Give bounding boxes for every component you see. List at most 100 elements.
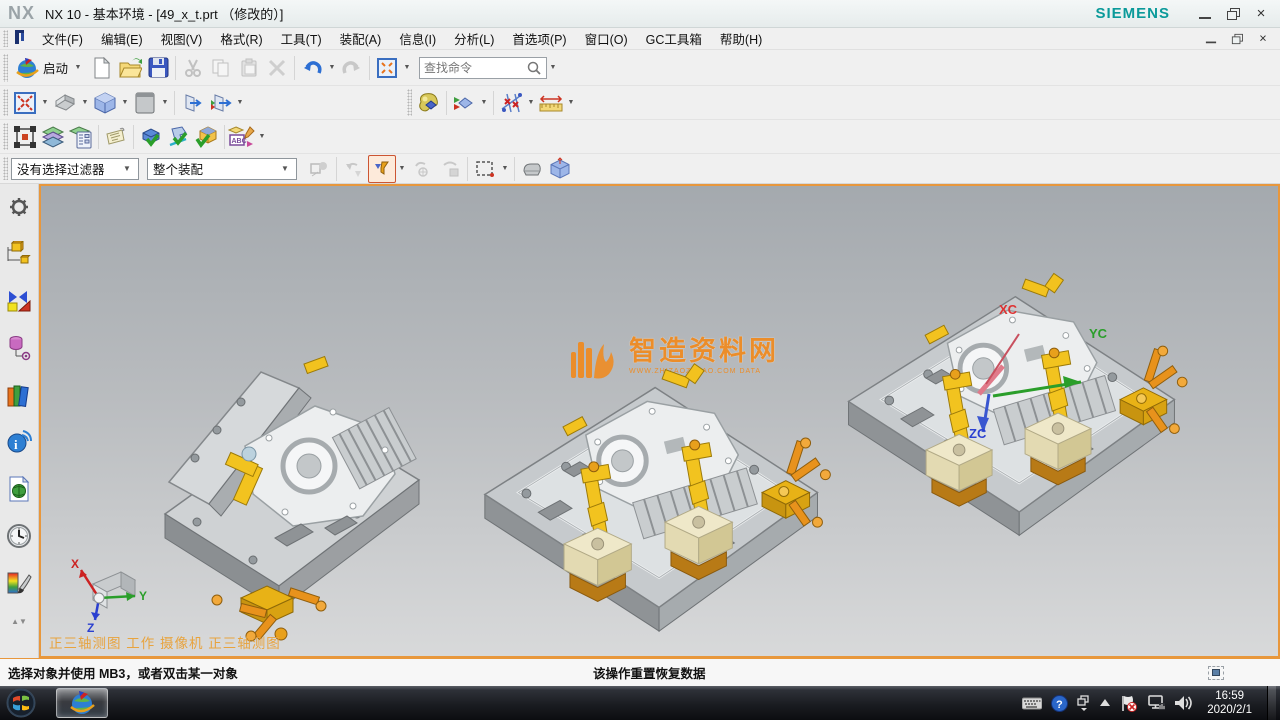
command-finder[interactable] bbox=[419, 57, 547, 79]
annotation-note-button[interactable] bbox=[102, 123, 130, 151]
marquee-select-dropdown[interactable]: ▼ bbox=[501, 165, 509, 172]
undo-dropdown[interactable]: ▼ bbox=[328, 64, 336, 71]
orient-view-button[interactable] bbox=[51, 89, 79, 117]
menu-assemblies[interactable]: 装配(A) bbox=[331, 28, 391, 49]
menu-file[interactable]: 文件(F) bbox=[33, 28, 92, 49]
toolbar-grip[interactable] bbox=[3, 123, 8, 149]
examine-geometry-button[interactable] bbox=[137, 123, 165, 151]
resource-bar-expander[interactable]: ▲▼ bbox=[11, 617, 27, 626]
menu-preferences[interactable]: 首选项(P) bbox=[503, 28, 575, 49]
fit-view-button[interactable] bbox=[11, 89, 39, 117]
isometric-view-dropdown[interactable]: ▼ bbox=[121, 99, 129, 106]
edit-object-display-button[interactable]: ABC bbox=[228, 123, 256, 151]
section-view-button[interactable] bbox=[178, 89, 206, 117]
web-browser-icon[interactable] bbox=[4, 474, 34, 504]
general-object-button[interactable] bbox=[518, 155, 546, 183]
volume-tray-icon[interactable] bbox=[1174, 695, 1192, 711]
move-component-button[interactable] bbox=[11, 123, 39, 151]
window-layout-button[interactable] bbox=[373, 54, 401, 82]
toolbar-grip[interactable] bbox=[3, 54, 8, 82]
system-tray: ? 16:59 2020/2/1 bbox=[1022, 686, 1276, 720]
search-icon[interactable] bbox=[526, 60, 542, 76]
show-hidden-icons[interactable] bbox=[1099, 698, 1111, 708]
menu-information[interactable]: 信息(I) bbox=[390, 28, 445, 49]
fixture-assembly-middle[interactable] bbox=[485, 364, 831, 631]
menu-help[interactable]: 帮助(H) bbox=[711, 28, 771, 49]
isometric-view-button[interactable] bbox=[91, 89, 119, 117]
help-tray-icon[interactable]: ? bbox=[1051, 695, 1068, 712]
materials-palette-icon[interactable] bbox=[4, 568, 34, 598]
show-desktop-button[interactable] bbox=[1267, 686, 1276, 720]
wcs-cube-button[interactable] bbox=[546, 155, 574, 183]
menu-edit[interactable]: 编辑(E) bbox=[92, 28, 152, 49]
save-button[interactable] bbox=[144, 54, 172, 82]
roles-gear-icon[interactable] bbox=[4, 192, 34, 222]
menu-format[interactable]: 格式(R) bbox=[211, 28, 271, 49]
minimize-button[interactable] bbox=[1198, 8, 1212, 20]
object-display-dropdown[interactable]: ▼ bbox=[480, 99, 488, 106]
keyboard-tray-icon[interactable] bbox=[1022, 697, 1042, 710]
measure-button[interactable] bbox=[537, 89, 565, 117]
child-restore-button[interactable] bbox=[1231, 33, 1243, 43]
fit-view-dropdown[interactable]: ▼ bbox=[41, 99, 49, 106]
3d-models[interactable]: XC YC ZC X bbox=[41, 186, 1278, 656]
assembly-navigator-icon[interactable] bbox=[4, 239, 34, 269]
edit-section-button[interactable] bbox=[206, 89, 234, 117]
toolbar-grip[interactable] bbox=[3, 89, 8, 115]
check-fixture-button[interactable] bbox=[165, 123, 193, 151]
dialog-rail-icon[interactable] bbox=[1208, 666, 1224, 680]
fixture-assembly-right[interactable] bbox=[849, 273, 1188, 535]
orient-view-dropdown[interactable]: ▼ bbox=[81, 99, 89, 106]
action-center-flag-icon[interactable] bbox=[1120, 695, 1138, 712]
section-dropdown[interactable]: ▼ bbox=[236, 99, 244, 106]
hide-dimensions-dropdown[interactable]: ▼ bbox=[527, 99, 535, 106]
new-file-button[interactable] bbox=[88, 54, 116, 82]
restore-button[interactable] bbox=[1226, 8, 1240, 20]
true-shading-button[interactable] bbox=[415, 89, 443, 117]
graphics-viewport[interactable]: 智造资料网 WWW.ZHIZAOZILIAO.COM DATA bbox=[39, 184, 1280, 658]
window-layout-dropdown[interactable]: ▼ bbox=[403, 64, 411, 71]
select-assembly-button bbox=[305, 155, 333, 183]
search-input[interactable] bbox=[424, 61, 526, 75]
start-orb[interactable] bbox=[4, 688, 38, 718]
toolbar-grip[interactable] bbox=[407, 89, 412, 115]
toolbar-grip[interactable] bbox=[3, 30, 8, 47]
selection-scope-combo[interactable]: 整个装配 ▼ bbox=[147, 158, 297, 180]
close-button[interactable]: × bbox=[1254, 8, 1268, 20]
selection-filter-highlight-button[interactable] bbox=[368, 155, 396, 183]
render-style-button[interactable] bbox=[131, 89, 159, 117]
marquee-select-button[interactable] bbox=[471, 155, 499, 183]
undo-button[interactable] bbox=[298, 54, 326, 82]
check-clearance-button[interactable] bbox=[193, 123, 221, 151]
menu-window[interactable]: 窗口(O) bbox=[576, 28, 637, 49]
menu-analysis[interactable]: 分析(L) bbox=[445, 28, 503, 49]
search-dropdown[interactable]: ▼ bbox=[549, 64, 557, 71]
selection-filter-combo[interactable]: 没有选择过滤器 ▼ bbox=[11, 158, 139, 180]
open-file-button[interactable] bbox=[116, 54, 144, 82]
part-navigator-icon[interactable] bbox=[4, 333, 34, 363]
hide-dimensions-button[interactable] bbox=[497, 89, 525, 117]
network-tray-icon[interactable] bbox=[1147, 695, 1165, 711]
tray-clock[interactable]: 16:59 2020/2/1 bbox=[1207, 689, 1252, 718]
history-icon[interactable] bbox=[4, 521, 34, 551]
menu-tools[interactable]: 工具(T) bbox=[272, 28, 331, 49]
start-menu-button[interactable]: 启动 ▼ bbox=[11, 53, 88, 83]
reuse-library-icon[interactable] bbox=[4, 380, 34, 410]
selection-filter-dropdown[interactable]: ▼ bbox=[398, 165, 406, 172]
menu-view[interactable]: 视图(V) bbox=[152, 28, 212, 49]
fixture-assembly-left[interactable] bbox=[165, 357, 419, 641]
constraint-navigator-icon[interactable] bbox=[4, 286, 34, 316]
measure-dropdown[interactable]: ▼ bbox=[567, 99, 575, 106]
layer-settings-button[interactable] bbox=[39, 123, 67, 151]
nx-task-button[interactable] bbox=[56, 688, 108, 718]
child-minimize-button[interactable] bbox=[1205, 33, 1217, 43]
hd3d-info-icon[interactable]: i bbox=[4, 427, 34, 457]
object-display-button[interactable] bbox=[450, 89, 478, 117]
render-style-dropdown[interactable]: ▼ bbox=[161, 99, 169, 106]
child-close-button[interactable]: × bbox=[1257, 33, 1269, 43]
utility-more-dropdown[interactable]: ▼ bbox=[258, 133, 266, 140]
window-restore-tray-icon[interactable] bbox=[1077, 695, 1090, 711]
toolbar-grip[interactable] bbox=[3, 157, 8, 180]
layer-visible-button[interactable] bbox=[67, 123, 95, 151]
menu-gc-toolbox[interactable]: GC工具箱 bbox=[637, 28, 711, 49]
